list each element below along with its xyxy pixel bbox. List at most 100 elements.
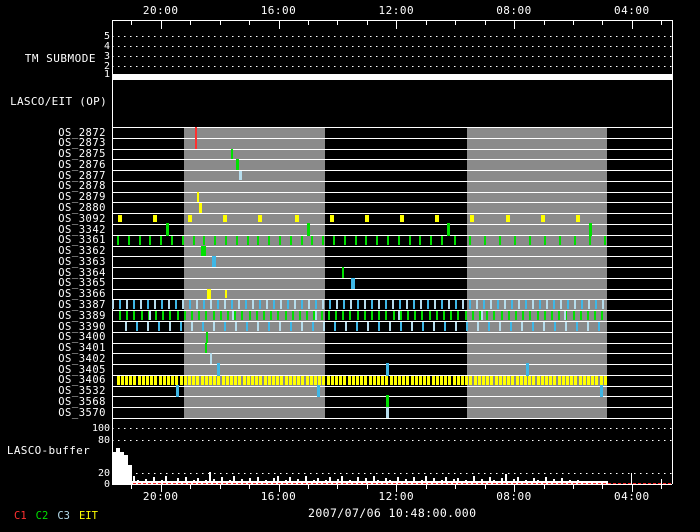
event-tick-cyan bbox=[202, 322, 204, 331]
event-tick-yellow bbox=[121, 376, 124, 385]
event-tick-yellow bbox=[197, 192, 199, 202]
event-tick-yellow bbox=[297, 376, 300, 385]
legend-item-eit: EIT bbox=[79, 510, 98, 522]
event-tick-green bbox=[335, 311, 337, 320]
event-tick-pale bbox=[169, 322, 171, 331]
event-tick-pale bbox=[411, 322, 413, 331]
event-tick-yellow bbox=[381, 376, 384, 385]
event-tick-green bbox=[587, 311, 589, 320]
event-tick-yellow bbox=[486, 376, 489, 385]
event-tick-green bbox=[574, 236, 576, 245]
event-tick-green bbox=[225, 236, 227, 245]
event-tick-pale bbox=[322, 300, 324, 309]
event-tick-green bbox=[484, 236, 486, 245]
buffer-ytick-label: 100 bbox=[0, 423, 110, 434]
event-tick-yellow bbox=[541, 376, 544, 385]
event-tick-green bbox=[364, 311, 366, 320]
event-tick-yellow bbox=[406, 376, 409, 385]
time-label: 08:00 bbox=[496, 4, 532, 17]
event-tick-green bbox=[321, 311, 323, 320]
event-tick-green bbox=[193, 236, 195, 245]
event-tick-pale bbox=[462, 300, 464, 309]
axis-minor-tick bbox=[249, 485, 250, 489]
event-tick-cyan bbox=[180, 322, 182, 331]
tm-gridline bbox=[112, 46, 672, 47]
event-tick-pale bbox=[315, 311, 317, 320]
event-tick-yellow bbox=[318, 376, 321, 385]
axis-minor-tick bbox=[661, 21, 662, 25]
event-tick-green bbox=[457, 311, 459, 320]
event-tick-green bbox=[385, 311, 387, 320]
event-tick-yellow bbox=[163, 376, 166, 385]
event-tick-yellow bbox=[478, 376, 481, 385]
event-tick-cyan bbox=[268, 322, 270, 331]
event-tick-cyan bbox=[136, 322, 138, 331]
event-tick-green bbox=[307, 223, 310, 237]
event-tick-cyan bbox=[385, 300, 387, 309]
event-tick-yellow bbox=[225, 290, 227, 299]
os-row-label: OS_3092 bbox=[0, 214, 106, 225]
event-tick-yellow bbox=[192, 376, 195, 385]
event-tick-green bbox=[447, 223, 450, 237]
axis-minor-tick bbox=[573, 485, 574, 489]
event-tick-cyan bbox=[576, 322, 578, 331]
event-tick-pale bbox=[565, 322, 567, 331]
event-tick-pale bbox=[112, 300, 114, 309]
row-separator bbox=[112, 364, 672, 365]
event-tick-yellow bbox=[524, 376, 527, 385]
event-tick-cyan bbox=[444, 322, 446, 331]
event-tick-yellow bbox=[217, 376, 220, 385]
event-tick-yellow bbox=[327, 376, 330, 385]
event-tick-cyan bbox=[371, 300, 373, 309]
event-tick-green bbox=[162, 311, 164, 320]
axis-minor-tick bbox=[190, 485, 191, 489]
event-tick-pale bbox=[154, 300, 156, 309]
event-tick-yellow bbox=[247, 376, 250, 385]
event-tick-cyan bbox=[203, 300, 205, 309]
event-tick-green bbox=[206, 332, 208, 343]
row-separator bbox=[112, 202, 672, 203]
event-tick-yellow bbox=[411, 376, 414, 385]
event-tick-green bbox=[249, 311, 251, 320]
event-tick-yellow bbox=[595, 376, 598, 385]
event-tick-yellow bbox=[604, 376, 607, 385]
buffer-gridline bbox=[112, 473, 672, 474]
event-tick-green bbox=[171, 236, 173, 245]
event-tick-yellow bbox=[377, 376, 380, 385]
event-tick-cyan bbox=[290, 322, 292, 331]
event-tick-cyan bbox=[351, 278, 355, 289]
event-tick-pale bbox=[345, 322, 347, 331]
event-tick-yellow bbox=[306, 376, 309, 385]
event-tick-cyan bbox=[595, 300, 597, 309]
event-tick-yellow bbox=[566, 376, 569, 385]
legend-item-c2: C2 bbox=[36, 510, 49, 522]
event-tick-yellow bbox=[159, 376, 162, 385]
event-tick-green bbox=[155, 311, 157, 320]
event-tick-pale bbox=[182, 300, 184, 309]
event-tick-pale bbox=[280, 300, 282, 309]
event-tick-pale bbox=[448, 300, 450, 309]
event-tick-cyan bbox=[189, 300, 191, 309]
event-tick-yellow bbox=[423, 376, 426, 385]
event-tick-yellow bbox=[365, 215, 369, 223]
event-tick-yellow bbox=[360, 376, 363, 385]
event-tick-pale bbox=[602, 300, 604, 309]
event-tick-green bbox=[279, 236, 281, 245]
axis-major-tick bbox=[632, 21, 633, 29]
event-tick-green bbox=[499, 236, 501, 245]
event-tick-green bbox=[537, 311, 539, 320]
event-tick-cyan bbox=[600, 385, 603, 397]
event-tick-yellow bbox=[175, 376, 178, 385]
event-tick-cyan bbox=[455, 300, 457, 309]
event-tick-yellow bbox=[209, 376, 212, 385]
event-tick-pale bbox=[232, 311, 234, 320]
event-tick-green bbox=[277, 311, 279, 320]
axis-minor-tick bbox=[131, 21, 132, 25]
event-tick-yellow bbox=[436, 376, 439, 385]
event-tick-yellow bbox=[230, 376, 233, 385]
legend-item-c3: C3 bbox=[57, 510, 70, 522]
event-tick-yellow bbox=[322, 376, 325, 385]
event-tick-yellow bbox=[507, 376, 510, 385]
row-separator bbox=[112, 278, 672, 279]
event-tick-cyan bbox=[378, 322, 380, 331]
